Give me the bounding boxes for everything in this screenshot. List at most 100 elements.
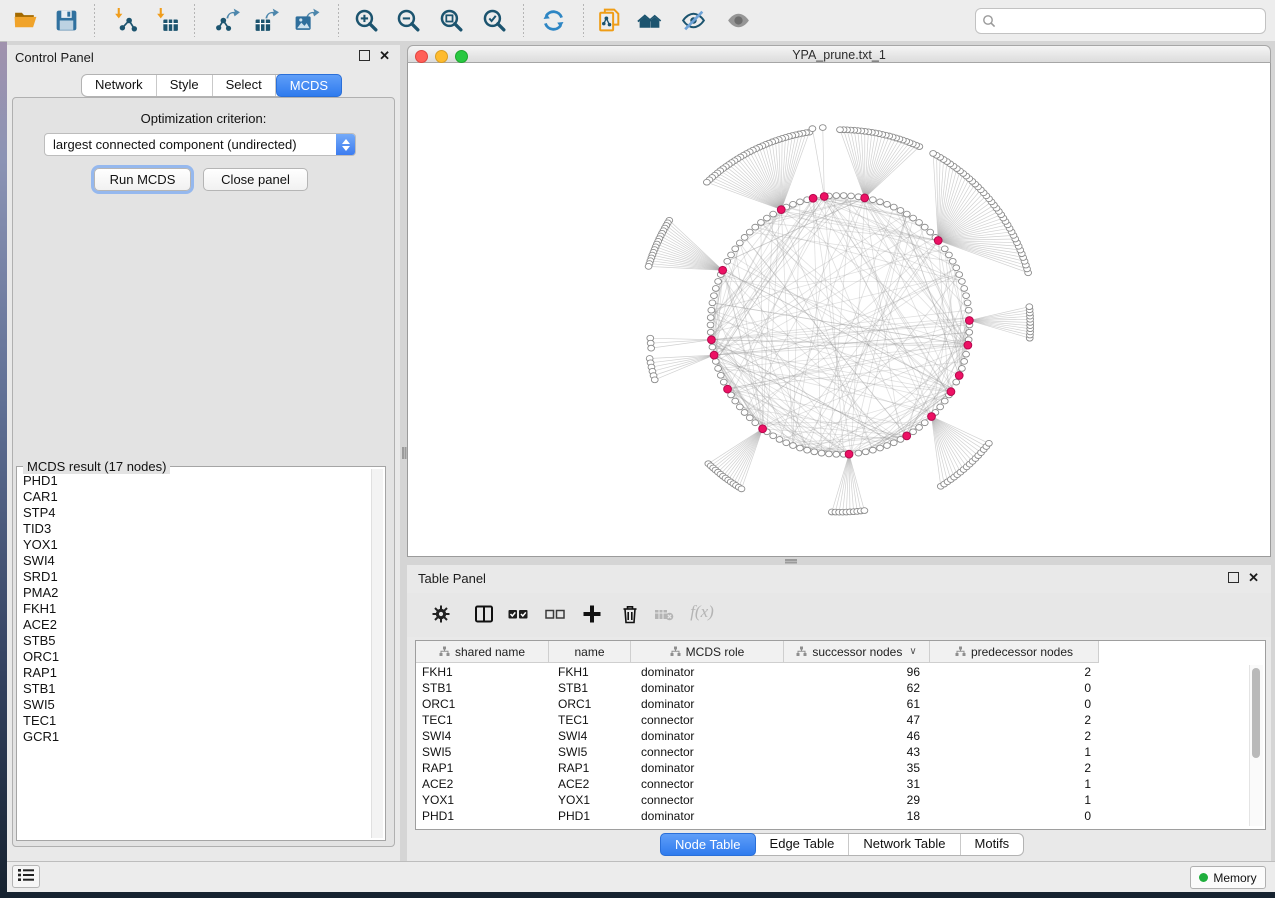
tab-motifs[interactable]: Motifs [961,834,1024,855]
export-image-button[interactable] [290,5,322,36]
table-cell[interactable]: RAP1 [549,761,631,775]
tab-select[interactable]: Select [213,75,276,96]
mcds-result-item[interactable]: YOX1 [19,537,371,553]
table-cell[interactable]: 43 [784,745,930,759]
table-row[interactable]: FKH1FKH1dominator962 [416,664,1265,680]
mcds-result-item[interactable]: STP4 [19,505,371,521]
table-cell[interactable]: 29 [784,793,930,807]
table-cell[interactable]: 1 [930,745,1099,759]
column-header-name[interactable]: name [549,641,631,663]
mcds-hub-node[interactable] [964,341,972,349]
float-table-panel-icon[interactable] [1228,572,1239,583]
table-row[interactable]: PHD1PHD1dominator180 [416,808,1265,824]
new-network-from-selection-button[interactable] [593,5,625,36]
mcds-hub-node[interactable] [955,372,963,380]
table-cell[interactable]: YOX1 [416,793,549,807]
tab-node-table[interactable]: Node Table [660,833,756,856]
mcds-hub-node[interactable] [903,432,911,440]
table-cell[interactable]: 61 [784,697,930,711]
mcds-result-item[interactable]: ACE2 [19,617,371,633]
scrollbar-thumb[interactable] [1252,668,1260,758]
mcds-hub-node[interactable] [934,237,942,245]
import-network-button[interactable] [109,5,141,36]
deselect-all-columns-button[interactable] [542,601,568,627]
add-column-button[interactable] [579,601,605,627]
table-cell[interactable]: 2 [930,665,1099,679]
toggle-panels-button[interactable] [471,601,497,627]
table-cell[interactable]: 0 [930,809,1099,823]
mcds-hub-node[interactable] [777,206,785,214]
table-cell[interactable]: PHD1 [549,809,631,823]
table-cell[interactable]: YOX1 [549,793,631,807]
table-cell[interactable]: FKH1 [416,665,549,679]
close-panel-button[interactable]: Close panel [203,168,308,191]
mcds-hub-node[interactable] [708,336,716,344]
mcds-result-item[interactable]: STB5 [19,633,371,649]
table-cell[interactable]: ACE2 [416,777,549,791]
table-row[interactable]: YOX1YOX1connector291 [416,792,1265,808]
table-cell[interactable]: PHD1 [416,809,549,823]
table-cell[interactable]: SWI4 [549,729,631,743]
table-cell[interactable]: dominator [631,665,784,679]
table-row[interactable]: STB1STB1dominator620 [416,680,1265,696]
table-cell[interactable]: SWI5 [549,745,631,759]
show-all-button[interactable] [722,5,754,36]
mcds-hub-node[interactable] [928,413,936,421]
table-cell[interactable]: ACE2 [549,777,631,791]
network-window-titlebar[interactable]: YPA_prune.txt_1 [407,45,1271,63]
table-row[interactable]: RAP1RAP1dominator352 [416,760,1265,776]
tab-style[interactable]: Style [157,75,213,96]
table-cell[interactable]: dominator [631,697,784,711]
mcds-result-item[interactable]: RAP1 [19,665,371,681]
mcds-hub-node[interactable] [861,194,869,202]
table-scrollbar[interactable] [1249,665,1263,826]
table-cell[interactable]: connector [631,793,784,807]
import-table-button[interactable] [151,5,183,36]
table-cell[interactable]: 2 [930,729,1099,743]
table-cell[interactable]: connector [631,777,784,791]
mcds-result-item[interactable]: STB1 [19,681,371,697]
table-cell[interactable]: ORC1 [549,697,631,711]
zoom-selected-button[interactable] [478,5,510,36]
mcds-list-scrollbar[interactable] [371,469,383,838]
table-cell[interactable]: TEC1 [549,713,631,727]
search-input[interactable] [996,14,1265,28]
table-cell[interactable]: dominator [631,681,784,695]
table-cell[interactable]: connector [631,713,784,727]
mcds-hub-node[interactable] [719,266,727,274]
criterion-dropdown[interactable]: largest connected component (undirected) [44,133,356,156]
table-cell[interactable]: connector [631,745,784,759]
mcds-result-item[interactable]: SWI5 [19,697,371,713]
mcds-hub-node[interactable] [965,317,973,325]
table-settings-button[interactable] [428,601,454,627]
column-header-predecessor-nodes[interactable]: predecessor nodes [930,641,1099,663]
zoom-fit-button[interactable] [435,5,467,36]
table-cell[interactable]: 1 [930,793,1099,807]
table-cell[interactable]: 47 [784,713,930,727]
table-cell[interactable]: 96 [784,665,930,679]
table-cell[interactable]: 2 [930,713,1099,727]
mcds-hub-node[interactable] [809,194,817,202]
memory-button[interactable]: Memory [1190,866,1266,889]
show-log-button[interactable] [12,865,40,888]
table-cell[interactable]: TEC1 [416,713,549,727]
vertical-splitter[interactable] [400,45,407,861]
table-row[interactable]: SWI4SWI4dominator462 [416,728,1265,744]
refresh-button[interactable] [537,5,569,36]
table-cell[interactable]: 31 [784,777,930,791]
table-cell[interactable]: 18 [784,809,930,823]
table-cell[interactable]: 0 [930,697,1099,711]
mcds-hub-node[interactable] [947,388,955,396]
open-session-button[interactable] [9,5,41,36]
column-header-shared-name[interactable]: shared name [416,641,549,663]
mcds-result-item[interactable]: SRD1 [19,569,371,585]
table-cell[interactable]: dominator [631,761,784,775]
mcds-result-item[interactable]: TID3 [19,521,371,537]
tab-mcds[interactable]: MCDS [276,74,342,97]
close-panel-icon[interactable]: ✕ [379,50,390,61]
mcds-result-item[interactable]: SWI4 [19,553,371,569]
network-canvas[interactable] [407,63,1271,557]
table-cell[interactable]: 46 [784,729,930,743]
first-neighbors-button[interactable] [633,5,665,36]
horizontal-splitter[interactable] [407,557,1271,565]
